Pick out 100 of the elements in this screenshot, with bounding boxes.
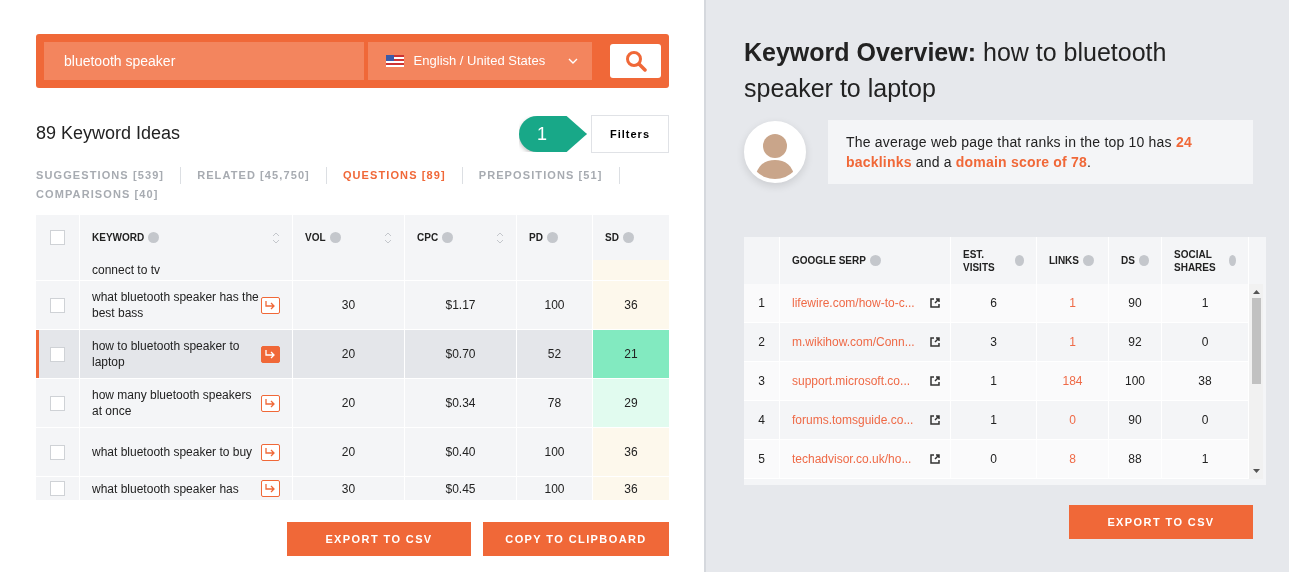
keyword-text: what bluetooth speaker to buy bbox=[92, 444, 253, 460]
category-tab[interactable]: QUESTIONS [89] bbox=[342, 167, 463, 184]
links-count: 8 bbox=[1037, 440, 1109, 479]
difficulty-cell: 36 bbox=[593, 477, 669, 501]
table-cell: $1.17 bbox=[405, 281, 517, 330]
external-link-icon[interactable] bbox=[930, 298, 940, 308]
arrow-link-icon[interactable] bbox=[261, 443, 280, 461]
result-link[interactable]: lifewire.com/how-to-c... bbox=[792, 294, 915, 312]
row-checkbox[interactable] bbox=[50, 297, 65, 313]
external-link-icon[interactable] bbox=[930, 415, 940, 425]
column-header: EST. VISITS bbox=[963, 247, 996, 274]
help-icon bbox=[1083, 255, 1094, 266]
table-cell: 1 bbox=[1162, 440, 1249, 479]
difficulty-cell: 36 bbox=[593, 428, 669, 477]
column-header: SOCIAL SHARES bbox=[1174, 247, 1217, 274]
filters-button[interactable]: Filters bbox=[591, 115, 669, 153]
help-icon bbox=[622, 232, 634, 243]
arrow-link-icon[interactable] bbox=[261, 480, 280, 497]
arrow-link-icon[interactable] bbox=[261, 394, 280, 412]
column-header: KEYWORD bbox=[92, 231, 145, 245]
table-cell: $0.40 bbox=[405, 428, 517, 477]
help-icon bbox=[442, 232, 454, 243]
result-link[interactable]: m.wikihow.com/Conn... bbox=[792, 333, 915, 351]
scrollbar[interactable] bbox=[1249, 284, 1263, 479]
table-cell: 100 bbox=[1109, 362, 1162, 401]
table-cell: $0.45 bbox=[405, 477, 517, 501]
help-icon bbox=[1229, 255, 1236, 266]
result-link[interactable]: techadvisor.co.uk/ho... bbox=[792, 450, 912, 468]
table-cell: 1 bbox=[951, 362, 1037, 401]
links-count: 184 bbox=[1037, 362, 1109, 401]
help-icon bbox=[1014, 255, 1024, 266]
table-cell: $0.34 bbox=[405, 379, 517, 428]
table-cell: $0.70 bbox=[405, 330, 517, 379]
step-callout: 1 bbox=[519, 116, 587, 152]
help-icon bbox=[148, 232, 160, 243]
search-icon bbox=[624, 50, 647, 72]
table-cell: 0 bbox=[951, 440, 1037, 479]
keyword-search-field[interactable]: bluetooth speaker bbox=[44, 42, 364, 80]
keyword-text: how to bluetooth speaker to laptop bbox=[92, 338, 241, 370]
search-button[interactable] bbox=[610, 44, 661, 78]
arrow-link-icon[interactable] bbox=[261, 345, 280, 363]
table-cell: 100 bbox=[517, 428, 593, 477]
result-link[interactable]: forums.tomsguide.co... bbox=[792, 411, 914, 429]
keyword-ideas-title: 89 Keyword Ideas bbox=[36, 123, 181, 145]
difficulty-cell: 29 bbox=[593, 379, 669, 428]
rank-number: 3 bbox=[744, 362, 780, 401]
row-checkbox[interactable] bbox=[50, 346, 65, 362]
table-cell: 20 bbox=[293, 428, 405, 477]
keyword-text: what bluetooth speaker has the best bass bbox=[92, 289, 259, 321]
rank-number: 1 bbox=[744, 284, 780, 323]
column-header: VOL bbox=[305, 231, 326, 245]
table-cell: 20 bbox=[293, 330, 405, 379]
category-tab[interactable]: SUGGESTIONS [539] bbox=[36, 167, 182, 184]
row-checkbox[interactable] bbox=[50, 481, 65, 496]
external-link-icon[interactable] bbox=[930, 454, 940, 464]
row-checkbox[interactable] bbox=[50, 444, 65, 460]
export-csv-button[interactable]: EXPORT TO CSV bbox=[1069, 505, 1253, 539]
help-icon bbox=[1138, 255, 1149, 266]
column-header: PD bbox=[529, 231, 543, 245]
help-icon bbox=[869, 255, 881, 266]
select-all-checkbox[interactable] bbox=[50, 230, 65, 245]
difficulty-cell: 36 bbox=[593, 281, 669, 330]
table-cell: 100 bbox=[517, 281, 593, 330]
chevron-down-icon bbox=[568, 58, 579, 64]
table-cell: 38 bbox=[1162, 362, 1249, 401]
column-header: LINKS bbox=[1049, 254, 1079, 267]
links-count: 1 bbox=[1037, 284, 1109, 323]
us-flag-icon bbox=[385, 55, 404, 67]
result-link[interactable]: support.microsoft.co... bbox=[792, 372, 911, 390]
column-header: CPC bbox=[417, 231, 439, 245]
category-tab[interactable]: COMPARISONS [40] bbox=[36, 186, 175, 203]
category-tab[interactable]: RELATED [45,750] bbox=[197, 167, 327, 184]
table-cell: 100 bbox=[517, 477, 593, 501]
copy-clipboard-button[interactable]: COPY TO CLIPBOARD bbox=[483, 522, 669, 556]
table-cell: 88 bbox=[1109, 440, 1162, 479]
keyword-text: connect to tv bbox=[92, 262, 161, 278]
table-cell: 20 bbox=[293, 379, 405, 428]
external-link-icon[interactable] bbox=[930, 337, 940, 347]
external-link-icon[interactable] bbox=[930, 376, 940, 386]
category-tab[interactable]: PREPOSITIONS [51] bbox=[478, 167, 620, 184]
column-header: DS bbox=[1121, 254, 1135, 267]
arrow-link-icon[interactable] bbox=[261, 296, 280, 314]
column-header: GOOGLE SERP bbox=[792, 254, 866, 267]
export-csv-button[interactable]: EXPORT TO CSV bbox=[287, 522, 471, 556]
column-header: SD bbox=[605, 231, 619, 245]
rank-number: 5 bbox=[744, 440, 780, 479]
keyword-text: what bluetooth speaker has bbox=[92, 480, 239, 497]
table-cell: 52 bbox=[517, 330, 593, 379]
keyword-text: how many bluetooth speakers at once bbox=[92, 387, 253, 419]
help-icon bbox=[329, 232, 341, 243]
table-cell: 1 bbox=[1162, 284, 1249, 323]
table-cell: 90 bbox=[1109, 284, 1162, 323]
language-dropdown[interactable]: English / United States bbox=[367, 42, 593, 80]
table-cell: 30 bbox=[293, 281, 405, 330]
table-cell: 78 bbox=[517, 379, 593, 428]
table-cell: 6 bbox=[951, 284, 1037, 323]
keyword-overview-title: Keyword Overview: how to bluetooth speaker to laptop bbox=[744, 37, 1168, 104]
help-icon bbox=[546, 232, 558, 243]
difficulty-cell: 21 bbox=[593, 330, 669, 379]
row-checkbox[interactable] bbox=[50, 395, 65, 411]
